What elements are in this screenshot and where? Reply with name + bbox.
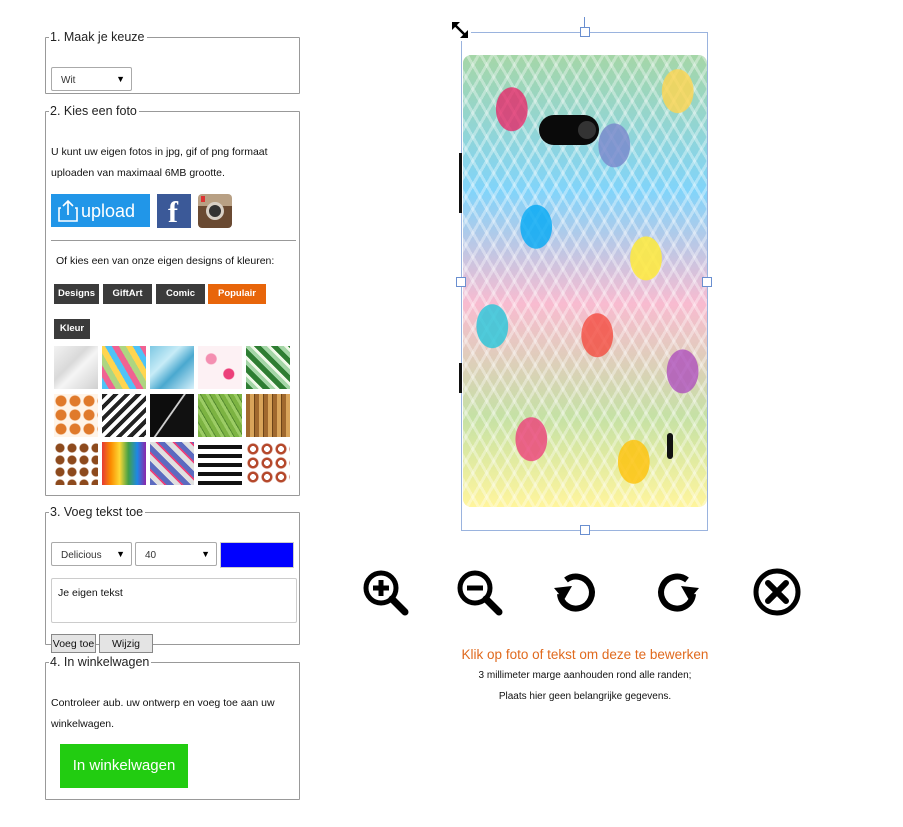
rotate-right-icon[interactable] bbox=[653, 568, 701, 616]
add-to-cart-button[interactable]: In winkelwagen bbox=[60, 744, 188, 788]
size-select[interactable]: 40 ▼ bbox=[135, 542, 217, 566]
designs-intro: Of kies een van onze eigen designs of kl… bbox=[56, 255, 275, 267]
zoom-out-icon[interactable] bbox=[455, 568, 503, 616]
design-thumb-ice[interactable] bbox=[150, 346, 194, 389]
camera-lens bbox=[578, 121, 596, 139]
side-button bbox=[667, 433, 673, 459]
zoom-in-icon[interactable] bbox=[361, 568, 409, 616]
margin-note: 3 millimeter marge aanhouden rond alle r… bbox=[478, 670, 692, 681]
chevron-down-icon: ▼ bbox=[116, 74, 125, 84]
design-thumb-marble[interactable] bbox=[54, 346, 98, 389]
category-kleur-button[interactable]: Kleur bbox=[54, 319, 90, 339]
text-color-swatch[interactable] bbox=[220, 542, 294, 568]
category-designs-button[interactable]: Designs bbox=[54, 284, 99, 304]
resize-handle-right[interactable] bbox=[702, 277, 712, 287]
color-select[interactable]: Wit ▼ bbox=[51, 67, 132, 91]
font-select[interactable]: Delicious ▼ bbox=[51, 542, 132, 566]
left-button bbox=[459, 153, 462, 213]
instagram-icon[interactable] bbox=[198, 194, 232, 228]
design-thumb-horseshoes[interactable] bbox=[246, 442, 290, 485]
section-text: 3. Voeg tekst toe Delicious ▼ 40 ▼ Je ei… bbox=[45, 505, 300, 668]
cart-description: Controleer aub. uw ontwerp en voeg toe a… bbox=[51, 697, 275, 730]
category-giftart-button[interactable]: GiftArt bbox=[103, 284, 152, 304]
category-populair-button[interactable]: Populair bbox=[208, 284, 266, 304]
design-thumb-green-leaf[interactable] bbox=[198, 394, 242, 437]
add-text-button[interactable]: Voeg toe bbox=[51, 634, 96, 653]
resize-handle-left[interactable] bbox=[456, 277, 466, 287]
custom-text-value: Je eigen tekst bbox=[58, 587, 123, 599]
design-thumb-brush-stripes[interactable] bbox=[198, 442, 242, 485]
section-photo: 2. Kies een foto U kunt uw eigen fotos i… bbox=[45, 104, 300, 496]
photo-description: U kunt uw eigen fotos in jpg, gif of png… bbox=[51, 146, 268, 179]
delete-icon[interactable] bbox=[753, 568, 801, 616]
color-select-value: Wit bbox=[61, 75, 76, 86]
divider bbox=[51, 240, 296, 241]
section-choose-legend: 1. Maak je keuze bbox=[49, 30, 147, 44]
section-cart-legend: 4. In winkelwagen bbox=[49, 655, 152, 669]
category-comic-button[interactable]: Comic bbox=[156, 284, 205, 304]
rotate-left-icon[interactable] bbox=[552, 568, 600, 616]
design-thumb-foxes[interactable] bbox=[54, 394, 98, 437]
section-text-legend: 3. Voeg tekst toe bbox=[49, 505, 146, 519]
design-thumb-bamboo[interactable] bbox=[246, 394, 290, 437]
chevron-down-icon: ▼ bbox=[116, 549, 125, 559]
phone-case-design[interactable] bbox=[463, 55, 707, 507]
design-thumb-geometric[interactable] bbox=[150, 442, 194, 485]
edit-text-button[interactable]: Wijzig tekst bbox=[99, 634, 153, 668]
resize-handle-top[interactable] bbox=[580, 27, 590, 37]
rotate-handle-line bbox=[584, 17, 585, 27]
design-thumb-dogs[interactable] bbox=[54, 442, 98, 485]
resize-handle-bottom[interactable] bbox=[580, 525, 590, 535]
section-photo-legend: 2. Kies een foto bbox=[49, 104, 139, 118]
custom-text-input[interactable]: Je eigen tekst bbox=[51, 578, 297, 623]
margin-note-2: Plaats hier geen belangrijke gegevens. bbox=[498, 691, 672, 702]
design-thumb-chevron[interactable] bbox=[102, 394, 146, 437]
font-select-value: Delicious bbox=[61, 550, 102, 561]
upload-icon bbox=[58, 199, 78, 222]
phone-preview[interactable] bbox=[456, 17, 712, 535]
section-choose: 1. Maak je keuze Wit ▼ bbox=[45, 30, 300, 94]
design-thumb-leaves[interactable] bbox=[246, 346, 290, 389]
edit-instruction: Klik op foto of tekst om deze te bewerke… bbox=[461, 647, 709, 662]
facebook-icon[interactable]: f bbox=[157, 194, 191, 229]
upload-button[interactable]: upload bbox=[51, 194, 150, 227]
upload-label: upload bbox=[81, 201, 136, 221]
left-button-lower bbox=[459, 363, 462, 393]
size-select-value: 40 bbox=[145, 550, 157, 561]
section-cart: 4. In winkelwagen Controleer aub. uw ont… bbox=[45, 655, 300, 800]
design-thumb-flamingo[interactable] bbox=[198, 346, 242, 389]
design-thumb-black-marble[interactable] bbox=[150, 394, 194, 437]
chevron-down-icon: ▼ bbox=[201, 549, 210, 559]
design-thumb-pineapple[interactable] bbox=[102, 346, 146, 389]
resize-icon[interactable] bbox=[449, 19, 471, 41]
design-thumb-rainbow-drip[interactable] bbox=[102, 442, 146, 485]
